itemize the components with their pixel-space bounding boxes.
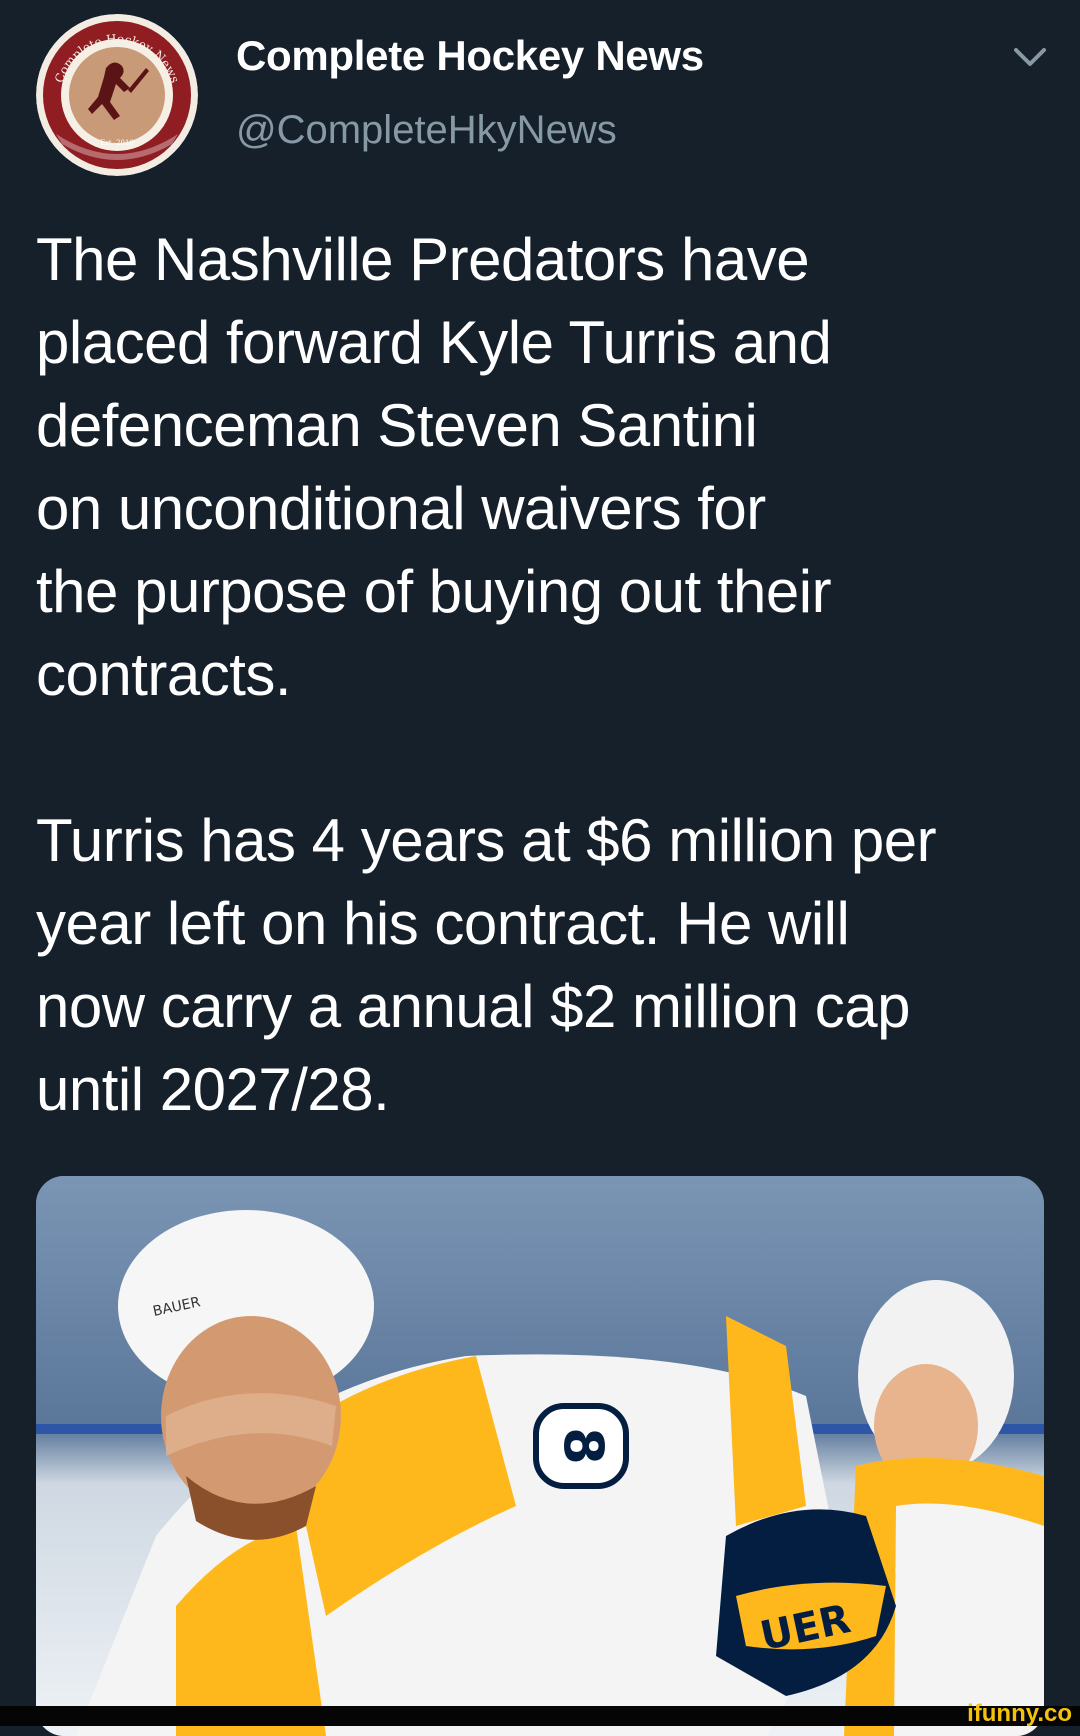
- chevron-down-icon[interactable]: [1008, 40, 1052, 76]
- tweet-text-line: the purpose of buying out their: [36, 558, 832, 625]
- avatar-logo-subtext: Est. 2010: [100, 139, 134, 147]
- tweet-text-line: year left on his contract. He will: [36, 890, 850, 957]
- tweet-text-line: on unconditional waivers for: [36, 475, 766, 542]
- bottom-bar: [0, 1706, 1080, 1726]
- tweet-body: The Nashville Predators have placed forw…: [36, 218, 1046, 1131]
- author-handle[interactable]: @CompleteHkyNews: [236, 108, 617, 153]
- tweet-text-line: Turris has 4 years at $6 million per: [36, 807, 937, 874]
- tweet-paragraph: Turris has 4 years at $6 million per yea…: [36, 799, 1046, 1131]
- tweet-text-line: contracts.: [36, 641, 292, 708]
- tweet-paragraph: The Nashville Predators have placed forw…: [36, 218, 1046, 716]
- jersey-number: 8: [552, 1427, 615, 1465]
- tweet-text-line: placed forward Kyle Turris and: [36, 309, 832, 376]
- tweet-photo[interactable]: 8 UER BAUER: [36, 1176, 1044, 1736]
- tweet-card: Est. 2010 Complete Hockey News Complete …: [0, 0, 1080, 1736]
- tweet-text-line: until 2027/28.: [36, 1056, 390, 1123]
- avatar[interactable]: Est. 2010 Complete Hockey News: [36, 14, 198, 176]
- tweet-text-line: now carry a annual $2 million cap: [36, 973, 910, 1040]
- author-display-name[interactable]: Complete Hockey News: [236, 32, 704, 80]
- tweet-text-line: The Nashville Predators have: [36, 226, 810, 293]
- tweet-text-line: defenceman Steven Santini: [36, 392, 758, 459]
- watermark: ifunny.co: [967, 1700, 1072, 1727]
